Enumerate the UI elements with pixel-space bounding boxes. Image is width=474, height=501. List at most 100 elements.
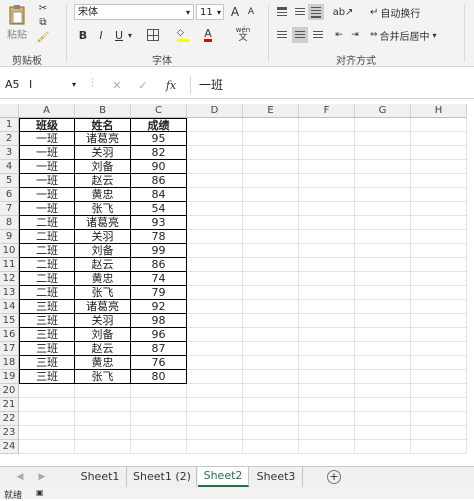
underline-button[interactable]: U xyxy=(112,27,126,43)
cell[interactable] xyxy=(75,426,131,440)
cell[interactable] xyxy=(299,342,355,356)
cell[interactable]: 诸葛亮 xyxy=(75,300,131,314)
cell[interactable] xyxy=(355,188,411,202)
font-size-select[interactable]: 11 ▾ xyxy=(196,4,224,20)
cell[interactable] xyxy=(299,314,355,328)
cell[interactable] xyxy=(19,412,75,426)
cell[interactable]: 赵云 xyxy=(75,342,131,356)
cell[interactable] xyxy=(355,146,411,160)
cell[interactable]: 成绩 xyxy=(131,118,187,132)
cell[interactable]: 一班 xyxy=(19,188,75,202)
cell[interactable]: 二班 xyxy=(19,272,75,286)
cell[interactable]: 92 xyxy=(131,300,187,314)
cell[interactable]: 96 xyxy=(131,328,187,342)
cell[interactable] xyxy=(75,412,131,426)
cell[interactable] xyxy=(299,426,355,440)
cell[interactable]: 86 xyxy=(131,258,187,272)
cell[interactable]: 一班 xyxy=(19,160,75,174)
cell[interactable]: 姓名 xyxy=(75,118,131,132)
cell[interactable] xyxy=(243,398,299,412)
cell[interactable] xyxy=(75,398,131,412)
cancel-icon[interactable]: ✕ xyxy=(110,77,124,93)
align-bottom-button[interactable] xyxy=(308,4,324,20)
cell[interactable] xyxy=(299,216,355,230)
cell[interactable] xyxy=(411,356,467,370)
column-header[interactable]: A xyxy=(19,104,75,118)
cell[interactable] xyxy=(187,398,243,412)
cell[interactable] xyxy=(75,440,131,454)
cell[interactable]: 87 xyxy=(131,342,187,356)
cell[interactable] xyxy=(243,314,299,328)
cell[interactable] xyxy=(355,384,411,398)
align-middle-button[interactable] xyxy=(292,4,308,20)
cell[interactable] xyxy=(299,146,355,160)
cell[interactable] xyxy=(355,216,411,230)
cell[interactable] xyxy=(299,118,355,132)
row-header[interactable]: 16 xyxy=(0,328,19,342)
cell[interactable]: 刘备 xyxy=(75,160,131,174)
cell[interactable] xyxy=(187,314,243,328)
cell[interactable] xyxy=(243,188,299,202)
row-header[interactable]: 19 xyxy=(0,370,19,384)
column-header[interactable]: C xyxy=(131,104,187,118)
cell[interactable] xyxy=(411,412,467,426)
cell[interactable] xyxy=(355,328,411,342)
cell[interactable] xyxy=(19,440,75,454)
italic-button[interactable]: I xyxy=(94,27,108,43)
cell[interactable] xyxy=(355,118,411,132)
cut-button[interactable]: ✂ xyxy=(36,2,50,14)
row-header[interactable]: 12 xyxy=(0,272,19,286)
format-painter-button[interactable]: 🖌 xyxy=(36,31,50,43)
cell[interactable] xyxy=(243,146,299,160)
cell[interactable]: 关羽 xyxy=(75,230,131,244)
cell[interactable] xyxy=(411,272,467,286)
cell[interactable] xyxy=(187,146,243,160)
cell[interactable]: 78 xyxy=(131,230,187,244)
row-header[interactable]: 4 xyxy=(0,160,19,174)
cell[interactable] xyxy=(243,342,299,356)
cell[interactable] xyxy=(187,230,243,244)
cell[interactable] xyxy=(411,440,467,454)
cell[interactable] xyxy=(299,356,355,370)
cell[interactable] xyxy=(299,272,355,286)
cell[interactable] xyxy=(243,202,299,216)
cell[interactable] xyxy=(131,384,187,398)
row-header[interactable]: 14 xyxy=(0,300,19,314)
cell[interactable] xyxy=(187,118,243,132)
cell[interactable] xyxy=(411,188,467,202)
row-header[interactable]: 17 xyxy=(0,342,19,356)
cell[interactable]: 黄忠 xyxy=(75,272,131,286)
cell[interactable] xyxy=(355,258,411,272)
row-header[interactable]: 2 xyxy=(0,132,19,146)
scroll-tabs-left-icon[interactable]: ◀ xyxy=(14,469,26,485)
cell[interactable] xyxy=(299,384,355,398)
cell[interactable]: 二班 xyxy=(19,230,75,244)
insert-function-button[interactable]: fx xyxy=(164,77,178,93)
cell[interactable] xyxy=(299,244,355,258)
cell[interactable] xyxy=(411,342,467,356)
align-top-button[interactable] xyxy=(274,4,290,20)
fill-color-button[interactable]: ◇ xyxy=(174,27,192,43)
cell[interactable] xyxy=(243,440,299,454)
cell[interactable]: 二班 xyxy=(19,244,75,258)
cell[interactable] xyxy=(299,202,355,216)
cell[interactable] xyxy=(299,258,355,272)
borders-button[interactable] xyxy=(144,27,162,43)
row-header[interactable]: 8 xyxy=(0,216,19,230)
row-header[interactable]: 21 xyxy=(0,398,19,412)
cell[interactable] xyxy=(243,132,299,146)
paste-button[interactable]: 粘贴 xyxy=(4,2,30,42)
cell[interactable]: 关羽 xyxy=(75,314,131,328)
sheet-tab[interactable]: Sheet3 xyxy=(250,467,303,487)
shrink-font-button[interactable]: A xyxy=(244,4,258,20)
cell[interactable] xyxy=(355,272,411,286)
sheet-tab[interactable]: Sheet1 (2) xyxy=(128,467,197,487)
align-right-button[interactable] xyxy=(310,27,326,43)
cell[interactable] xyxy=(411,230,467,244)
cell[interactable]: 赵云 xyxy=(75,258,131,272)
cell[interactable] xyxy=(243,300,299,314)
cell[interactable]: 74 xyxy=(131,272,187,286)
cell[interactable] xyxy=(355,314,411,328)
cell[interactable] xyxy=(187,272,243,286)
cell[interactable] xyxy=(187,356,243,370)
